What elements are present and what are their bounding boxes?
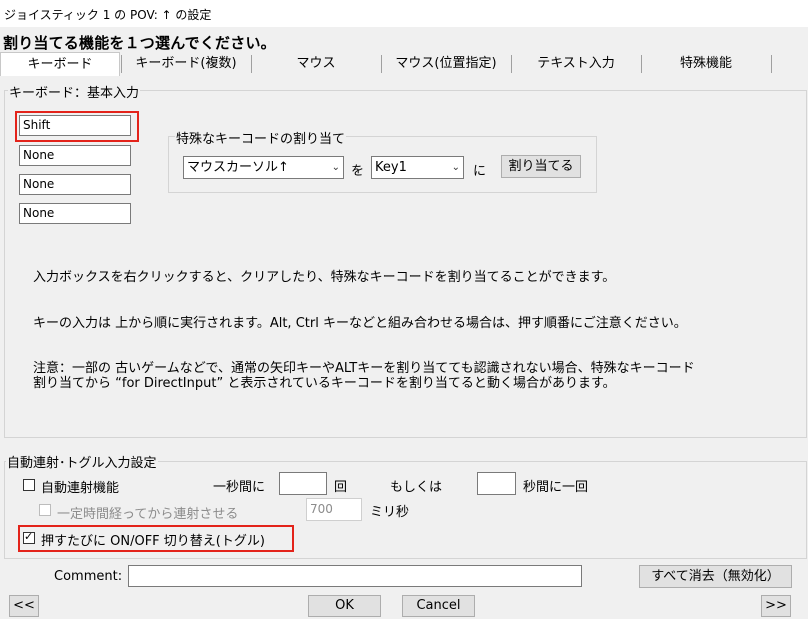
per-second-suffix: 回: [334, 480, 348, 495]
tab-keyboard-multiple[interactable]: キーボード(複数): [122, 52, 250, 76]
tab-mouse[interactable]: マウス: [252, 52, 380, 76]
delay-label: 一定時間経ってから連射させる: [57, 507, 239, 522]
ok-button[interactable]: OK: [308, 595, 381, 617]
special-key-target-value: Key1: [375, 160, 407, 175]
chevron-down-icon: ⌄: [451, 162, 460, 173]
special-key-group-label: 特殊なキーコードの割り当て: [175, 128, 347, 147]
title-bar: ジョイスティック 1 の POV: ↑ の設定: [0, 0, 808, 27]
next-button[interactable]: >>: [761, 595, 791, 617]
note-caution-line2: 割り当てから “for DirectInput” と表示されているキーコードを割…: [33, 376, 616, 391]
or-label: もしくは: [390, 480, 443, 495]
tab-mouse-position[interactable]: マウス(位置指定): [382, 52, 510, 76]
special-key-source-value: マウスカーソル↑: [187, 160, 289, 175]
special-key-target-select[interactable]: Key1 ⌄: [371, 156, 464, 179]
tab-special[interactable]: 特殊機能: [642, 52, 770, 76]
per-second-input[interactable]: [279, 472, 327, 495]
per-second-prefix: 一秒間に: [213, 480, 266, 495]
note-order: キーの入力は 上から順に実行されます。Alt, Ctrl キーなどと組み合わせる…: [33, 316, 687, 331]
delay-checkbox[interactable]: [39, 504, 51, 516]
autofire-checkbox[interactable]: [23, 479, 35, 491]
window-title: ジョイスティック 1 の POV: ↑ の設定: [4, 8, 212, 22]
ni-label: に: [473, 164, 487, 179]
delay-input[interactable]: 700: [306, 498, 362, 521]
key-input-3[interactable]: None: [19, 174, 131, 195]
delay-unit: ミリ秒: [370, 505, 410, 520]
note-right-click: 入力ボックスを右クリックすると、クリアしたり、特殊なキーコードを割り当てることが…: [33, 270, 616, 285]
key-input-2[interactable]: None: [19, 145, 131, 166]
tab-keyboard[interactable]: キーボード: [0, 52, 120, 76]
comment-label: Comment:: [54, 569, 123, 584]
tab-text-input[interactable]: テキスト入力: [512, 52, 640, 76]
seconds-suffix: 秒間に一回: [523, 480, 589, 495]
clear-all-button[interactable]: すべて消去（無効化）: [639, 565, 792, 588]
toggle-label: 押すたびに ON/OFF 切り替え(トグル): [41, 534, 265, 549]
special-key-source-select[interactable]: マウスカーソル↑ ⌄: [183, 156, 344, 179]
assign-button[interactable]: 割り当てる: [501, 155, 581, 178]
seconds-input[interactable]: [477, 472, 516, 495]
cancel-button[interactable]: Cancel: [402, 595, 475, 617]
check-mark-icon: ✓: [24, 530, 34, 543]
wo-label: を: [351, 164, 365, 179]
page-heading: 割り当てる機能を１つ選んでください。: [3, 34, 276, 52]
autofire-group-label: 自動連射･トグル入力設定: [6, 452, 158, 471]
key-input-4[interactable]: None: [19, 203, 131, 224]
keyboard-group-label: キーボード：基本入力: [8, 82, 141, 101]
chevron-down-icon: ⌄: [331, 162, 340, 173]
key-input-1[interactable]: Shift: [19, 115, 131, 136]
autofire-label: 自動連射機能: [41, 481, 120, 496]
toggle-checkbox[interactable]: ✓: [23, 530, 35, 544]
tab-bar: キーボード キーボード(複数) マウス マウス(位置指定) テキスト入力 特殊機…: [0, 52, 808, 76]
prev-button[interactable]: <<: [9, 595, 39, 617]
tab-separator: [771, 55, 772, 73]
comment-input[interactable]: [128, 565, 582, 587]
